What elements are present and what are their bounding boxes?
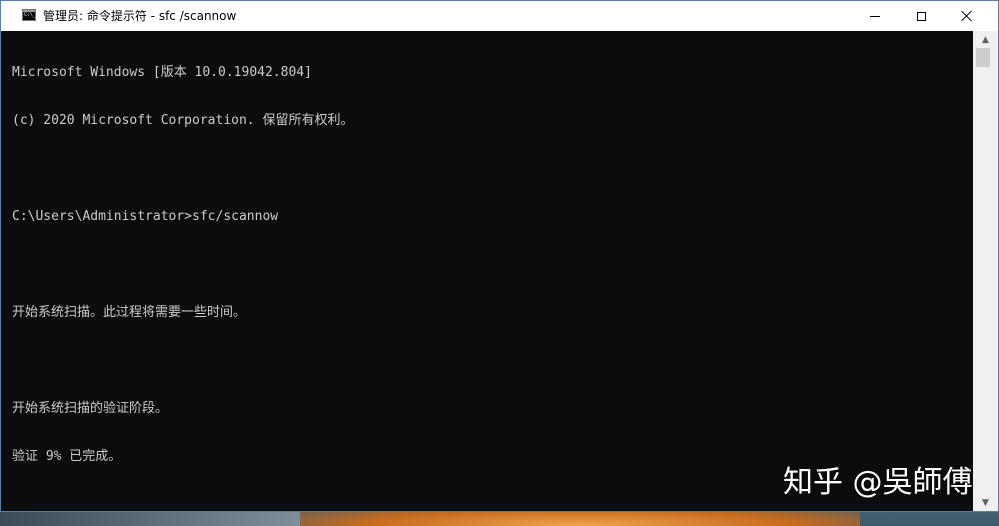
minimize-icon (870, 15, 880, 17)
console-line: C:\Users\Administrator>sfc/scannow (12, 209, 279, 224)
vertical-scrollbar[interactable]: ▲ ▼ (973, 31, 998, 511)
scrollbar-thumb[interactable] (976, 48, 990, 67)
scroll-up-button[interactable]: ▲ (973, 31, 998, 48)
command-prompt-window[interactable]: 管理员: 命令提示符 - sfc /scannow Microsoft Wind… (0, 0, 999, 512)
console-line: (c) 2020 Microsoft Corporation. 保留所有权利。 (12, 113, 354, 128)
maximize-button[interactable] (898, 1, 944, 31)
cmd-icon[interactable] (22, 9, 36, 21)
console-line: Microsoft Windows [版本 10.0.19042.804] (12, 65, 312, 80)
window-title: 管理员: 命令提示符 - sfc /scannow (43, 9, 237, 23)
console-line: 开始系统扫描。此过程将需要一些时间。 (12, 305, 247, 320)
console-output[interactable]: Microsoft Windows [版本 10.0.19042.804] (c… (1, 31, 973, 511)
console-line: 开始系统扫描的验证阶段。 (12, 401, 169, 416)
zhihu-watermark: 知乎 @吳師傅 (783, 465, 973, 500)
maximize-icon (916, 11, 926, 21)
minimize-button[interactable] (852, 1, 898, 31)
close-button[interactable] (944, 1, 990, 31)
console-line: 验证 9% 已完成。 (12, 449, 122, 464)
close-icon (961, 10, 973, 22)
scroll-down-button[interactable]: ▼ (973, 494, 998, 511)
title-bar[interactable]: 管理员: 命令提示符 - sfc /scannow (1, 1, 998, 31)
